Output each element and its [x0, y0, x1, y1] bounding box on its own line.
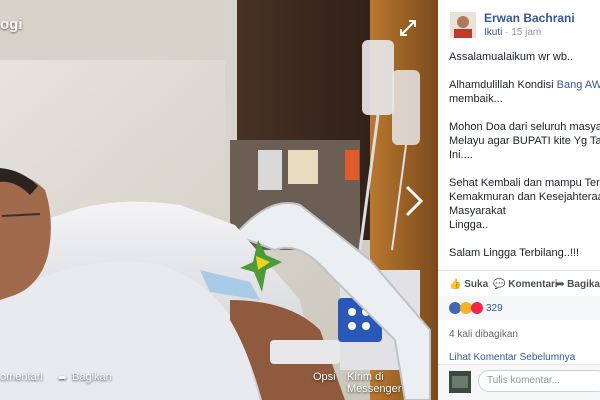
hospital-photo [0, 0, 438, 400]
view-previous-comments[interactable]: Lihat Komentar Sebelumnya [449, 352, 575, 363]
post-body: Assalamualaikum wr wb.. Alhamdulillah Ko… [449, 50, 600, 274]
author-name[interactable]: Erwan Bachrani [484, 11, 575, 25]
thumbs-up-icon: 👍 [449, 279, 462, 290]
viewer-share-button[interactable]: Bagikan [72, 371, 112, 383]
share-button[interactable]: ➦ Bagikan [556, 279, 600, 290]
like-button[interactable]: 👍 Suka [449, 279, 488, 290]
photo-caption: ogi [0, 16, 23, 33]
share-icon[interactable]: ➦ [58, 371, 67, 384]
post-paragraph: Salam Lingga Terbilang..!!! [449, 247, 580, 259]
share-icon: ➦ [556, 279, 565, 290]
comment-composer: Tulis komentar... [438, 364, 600, 400]
photo-viewer: ogi omentari ➦ Bagikan Opsi Kirim di Mes… [0, 0, 438, 400]
post-paragraph: Assalamualaikum wr wb.. [449, 51, 574, 63]
reaction-summary[interactable]: 329 [438, 296, 600, 320]
mention-link[interactable]: Bang AWe [557, 79, 600, 91]
follow-link[interactable]: Ikuti [484, 27, 502, 38]
love-reaction-icon [471, 302, 483, 314]
comment-button[interactable]: 💬 Komentari [493, 279, 558, 290]
avatar [449, 371, 471, 393]
post-paragraph: Sehat Kembali dan mampu Terus Kemakmuran… [449, 177, 600, 231]
post-time[interactable]: 15 jam [511, 27, 541, 38]
post-meta: Ikuti · 15 jam [484, 27, 542, 38]
expand-icon[interactable] [398, 18, 418, 38]
post-actions: 👍 Suka 💬 Komentari ➦ Bagikan [438, 270, 600, 299]
options-button[interactable]: Opsi [313, 371, 336, 383]
comment-icon: 💬 [493, 279, 506, 290]
send-in-messenger-button[interactable]: Kirim di Messenger [347, 371, 438, 395]
reaction-count[interactable]: 329 [486, 303, 503, 314]
chevron-right-icon[interactable] [402, 184, 426, 218]
share-count[interactable]: 4 kali dibagikan [449, 329, 518, 340]
viewer-comment-button[interactable]: omentari [0, 371, 43, 383]
post-paragraph: Alhamdulillah Kondisi Bang AWe sudah mem… [449, 78, 600, 106]
post-paragraph: Mohon Doa dari seluruh masyarakat Melayu… [449, 121, 600, 161]
photo-action-bar: omentari ➦ Bagikan Opsi Kirim di Messeng… [0, 362, 438, 395]
post-panel: Erwan Bachrani Ikuti · 15 jam Assalamual… [438, 0, 600, 400]
avatar[interactable] [450, 12, 476, 38]
comment-input[interactable]: Tulis komentar... [478, 370, 600, 392]
